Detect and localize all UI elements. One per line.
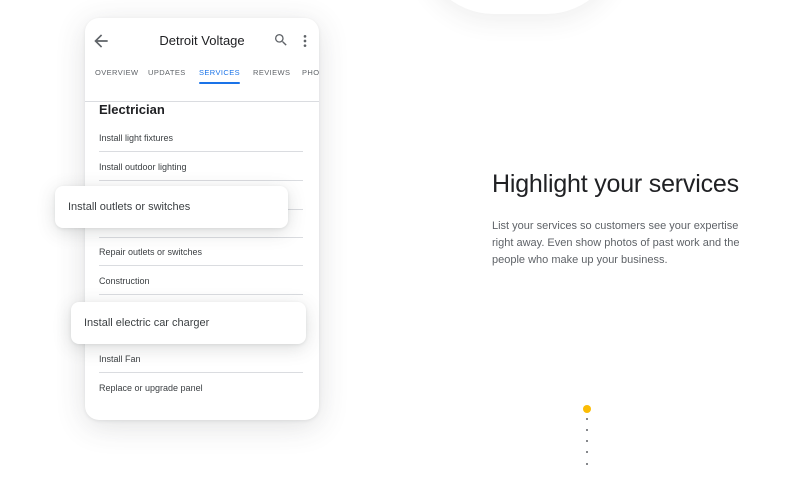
pager-dot[interactable] [586,451,588,453]
pager-dot-active[interactable] [583,405,591,413]
more-vert-icon[interactable] [297,32,313,50]
service-item[interactable]: Install light fixtures [99,124,303,152]
service-item[interactable]: Install Fan [99,345,303,373]
tab-photos[interactable]: PHO [302,64,319,102]
business-title: Detroit Voltage [159,33,245,48]
background-decoration [420,0,620,14]
arrow-back-icon[interactable] [91,31,111,51]
tab-services[interactable]: SERVICES [199,64,240,102]
tab-updates[interactable]: UPDATES [148,64,186,102]
pager-dots [583,405,591,465]
tab-bar: OVERVIEW UPDATES SERVICES REVIEWS PHO [85,64,319,102]
service-item[interactable]: Repair outlets or switches [99,238,303,266]
floating-service-card[interactable]: Install outlets or switches [55,186,288,228]
search-icon[interactable] [273,32,289,48]
category-heading: Electrician [99,102,165,117]
pager-dot[interactable] [586,429,588,431]
section-description: List your services so customers see your… [492,220,740,266]
service-item[interactable]: Construction [99,267,303,295]
floating-service-card[interactable]: Install electric car charger [71,302,306,344]
tab-reviews[interactable]: REVIEWS [253,64,290,102]
service-item[interactable]: Replace or upgrade panel [99,374,303,402]
pager-dot[interactable] [586,440,588,442]
tab-overview[interactable]: OVERVIEW [95,64,139,102]
section-title: Highlight your services [492,170,739,198]
service-item[interactable]: Install outdoor lighting [99,153,303,181]
pager-dot[interactable] [586,418,588,420]
pager-dot[interactable] [586,463,588,465]
app-bar: Detroit Voltage [85,18,319,64]
